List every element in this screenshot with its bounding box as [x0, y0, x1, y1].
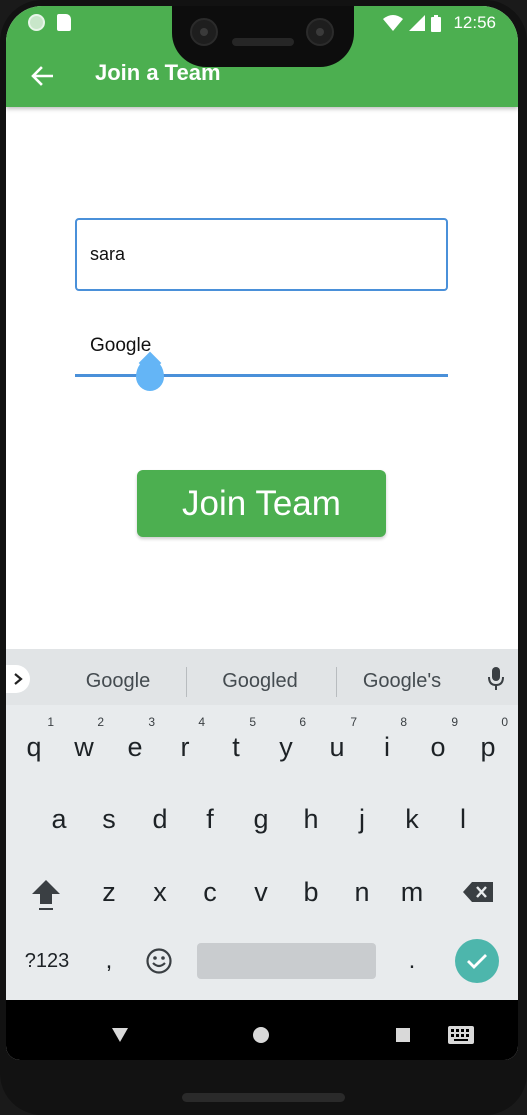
symbols-key[interactable]: ?123 — [16, 939, 78, 983]
key-p[interactable]: p0 — [465, 715, 511, 775]
sd-card-icon — [57, 14, 71, 31]
suggestion-expand-button[interactable] — [6, 665, 30, 693]
key-w[interactable]: w2 — [61, 715, 107, 775]
join-team-button[interactable]: Join Team — [137, 470, 386, 537]
key-label: u — [329, 732, 345, 762]
nav-home-button[interactable] — [246, 1020, 276, 1050]
backspace-key[interactable] — [456, 864, 500, 920]
key-d[interactable]: d — [137, 791, 183, 847]
backspace-icon — [463, 882, 493, 902]
key-f[interactable]: f — [187, 791, 233, 847]
key-l[interactable]: l — [440, 791, 486, 847]
status-time: 12:56 — [453, 13, 496, 32]
emoji-key[interactable] — [142, 939, 176, 983]
key-i[interactable]: i8 — [364, 715, 410, 775]
slider-label: Google — [90, 335, 152, 356]
smiley-icon — [146, 948, 172, 974]
key-hint: 3 — [148, 715, 155, 729]
suggestion-3[interactable]: Google's — [332, 670, 472, 693]
key-j[interactable]: j — [339, 791, 385, 847]
key-t[interactable]: t5 — [213, 715, 259, 775]
key-label: i — [384, 732, 390, 762]
key-hint: 9 — [451, 715, 458, 729]
camera-icon — [190, 18, 218, 46]
key-hint: 6 — [299, 715, 306, 729]
key-label: w — [74, 732, 94, 762]
keyboard: Google Googled Google's q1 w2 e3 r4 t5 y… — [6, 649, 518, 1000]
back-button[interactable] — [24, 58, 60, 94]
key-hint: 4 — [198, 715, 205, 729]
screen: 12:56 Join a Team Google Join Team — [6, 6, 518, 1060]
key-n[interactable]: n — [339, 864, 385, 920]
key-q[interactable]: q1 — [11, 715, 57, 775]
key-label: t — [232, 732, 240, 762]
key-label: e — [127, 732, 143, 762]
key-label: y — [279, 732, 293, 762]
back-triangle-icon — [112, 1028, 128, 1042]
nav-back-button[interactable] — [105, 1020, 135, 1050]
team-slider-thumb[interactable] — [135, 359, 164, 391]
suggestion-2[interactable]: Googled — [190, 670, 330, 693]
key-hint: 7 — [350, 715, 357, 729]
home-circle-icon — [253, 1027, 269, 1043]
key-o[interactable]: o9 — [415, 715, 461, 775]
phone-frame: 12:56 Join a Team Google Join Team — [0, 0, 527, 1115]
suggestion-1[interactable]: Google — [48, 670, 188, 693]
wifi-icon — [383, 15, 404, 31]
key-x[interactable]: x — [137, 864, 183, 920]
key-c[interactable]: c — [187, 864, 233, 920]
battery-icon — [431, 14, 442, 32]
team-slider-track[interactable] — [75, 374, 448, 377]
navigation-bar — [6, 1000, 518, 1060]
speaker-grille — [232, 38, 294, 46]
key-b[interactable]: b — [288, 864, 334, 920]
key-g[interactable]: g — [238, 791, 284, 847]
shift-key[interactable] — [24, 867, 68, 923]
key-m[interactable]: m — [389, 864, 435, 920]
home-indicator — [182, 1093, 345, 1102]
key-r[interactable]: r4 — [162, 715, 208, 775]
keyboard-switch-icon — [448, 1026, 474, 1044]
recents-square-icon — [396, 1028, 410, 1042]
period-key[interactable]: . — [400, 939, 424, 983]
enter-key[interactable] — [455, 939, 499, 983]
camera-icon — [306, 18, 334, 46]
key-hint: 8 — [400, 715, 407, 729]
key-u[interactable]: u7 — [314, 715, 360, 775]
camera-notch — [172, 6, 354, 67]
key-label: o — [430, 732, 446, 762]
key-hint: 0 — [501, 715, 508, 729]
key-label: r — [180, 732, 190, 762]
status-left-icons — [28, 14, 71, 31]
signal-icon — [409, 15, 426, 31]
key-s[interactable]: s — [86, 791, 132, 847]
key-v[interactable]: v — [238, 864, 284, 920]
key-label: q — [26, 732, 42, 762]
name-input[interactable] — [75, 218, 448, 291]
key-a[interactable]: a — [36, 791, 82, 847]
microphone-icon[interactable] — [488, 667, 504, 691]
nav-keyboard-button[interactable] — [444, 1020, 478, 1050]
key-hint: 5 — [249, 715, 256, 729]
key-hint: 2 — [97, 715, 104, 729]
key-y[interactable]: y6 — [263, 715, 309, 775]
key-e[interactable]: e3 — [112, 715, 158, 775]
key-hint: 1 — [47, 715, 54, 729]
circle-icon — [28, 14, 45, 31]
checkmark-icon — [467, 954, 487, 969]
status-right-icons: 12:56 — [383, 13, 496, 33]
suggestion-divider — [186, 667, 187, 697]
key-label: p — [480, 732, 496, 762]
nav-recents-button[interactable] — [388, 1020, 418, 1050]
arrow-left-icon — [31, 66, 53, 86]
comma-key[interactable]: , — [94, 939, 124, 983]
key-k[interactable]: k — [389, 791, 435, 847]
key-h[interactable]: h — [288, 791, 334, 847]
shift-icon — [32, 880, 60, 910]
suggestion-bar: Google Googled Google's — [6, 649, 518, 705]
space-key[interactable] — [197, 943, 376, 979]
chevron-right-icon — [14, 673, 23, 685]
key-z[interactable]: z — [86, 864, 132, 920]
